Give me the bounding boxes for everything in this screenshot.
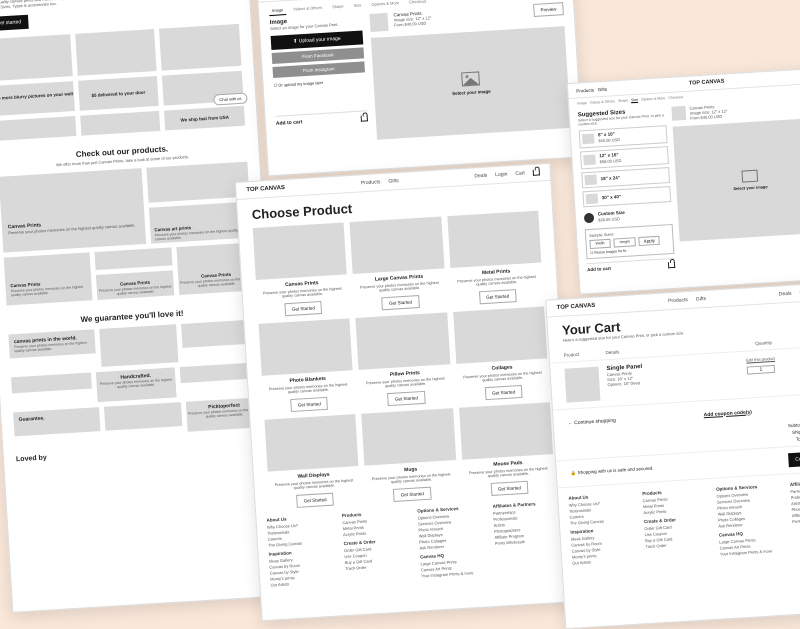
add-to-cart-button[interactable]: Add to cart: [587, 266, 611, 273]
nav-products[interactable]: Products: [576, 87, 594, 93]
drop-zone[interactable]: Select your image: [673, 118, 800, 242]
product-card[interactable]: Wall DisplaysPreserve your photos memori…: [264, 414, 361, 509]
image-icon: [461, 71, 480, 86]
tab-size[interactable]: Size: [631, 98, 638, 103]
tab-image[interactable]: Image: [269, 5, 287, 16]
height-input[interactable]: Height: [613, 237, 636, 247]
custom-size-option[interactable]: Custom Size$38.00 USD: [584, 205, 673, 226]
brand: TOP CANVAS: [689, 79, 725, 87]
get-started-button[interactable]: Get started: [0, 15, 29, 31]
radio-selected-icon: [584, 213, 595, 224]
size-option[interactable]: 12" x 16"$58.00 USD: [580, 146, 669, 169]
feature-2: $5 delivered to your door: [78, 76, 159, 111]
size-option[interactable]: 30" x 40": [582, 186, 671, 207]
size-option[interactable]: 8" x 10"$40.00 USD: [579, 125, 668, 148]
secure-note: 🔒 Shopping with us is safe and secured.: [571, 465, 654, 476]
image-icon: [741, 169, 758, 182]
tab-shape[interactable]: Shape: [329, 1, 347, 12]
product-thumb: [564, 367, 600, 403]
nav-gifts[interactable]: Gifts: [388, 178, 399, 185]
product-card[interactable]: Metal PrintsPreserve your photos memorie…: [447, 211, 544, 306]
edit-product-link[interactable]: Edit this product: [746, 354, 800, 363]
product-card[interactable]: Canvas PrintsPreserve your photos memori…: [253, 222, 350, 317]
upload-later-checkbox[interactable]: ☐ Or upload my image later: [273, 77, 365, 88]
qty-input[interactable]: 1: [747, 365, 775, 375]
thumb: [369, 13, 388, 32]
apply-button[interactable]: Apply: [638, 236, 660, 246]
upload-image-button[interactable]: ⬆ Upload your image: [271, 30, 364, 50]
nav-login[interactable]: Login: [495, 171, 508, 178]
nav-gifts[interactable]: Gifts: [598, 86, 608, 92]
loved-by: Loved by: [16, 455, 47, 464]
size-option[interactable]: 18" x 24": [581, 167, 670, 188]
cart-icon[interactable]: [533, 169, 540, 175]
product-card[interactable]: CollagesPreserve your photos memories on…: [453, 306, 550, 401]
brand: TOP CANVAS: [246, 185, 285, 193]
nav-cart[interactable]: Cart: [515, 170, 525, 177]
nav-products[interactable]: Products: [361, 179, 381, 186]
tab-size[interactable]: Size: [350, 0, 364, 11]
cart-icon[interactable]: [361, 115, 368, 121]
product-card[interactable]: Large Canvas PrintsPreserve your photos …: [350, 217, 447, 312]
cart-icon[interactable]: [668, 262, 675, 268]
tab-options[interactable]: Options & More: [368, 0, 402, 10]
width-input[interactable]: Width: [589, 239, 610, 249]
tab-checkout[interactable]: Checkout: [406, 0, 429, 8]
brand: TOP CANVAS: [557, 303, 596, 311]
checkout-button[interactable]: Continue to Checkout: [788, 449, 800, 467]
from-instagram-button[interactable]: From Instagram: [272, 61, 364, 78]
chat-button[interactable]: Chat with us: [213, 93, 248, 106]
continue-shopping-link[interactable]: ← Continue shopping: [568, 417, 616, 426]
product-card[interactable]: Photo BlanketsPreserve your photos memor…: [259, 318, 356, 413]
product-card[interactable]: Canvas Prints Preserve your photos memor…: [4, 253, 93, 306]
coupon-link[interactable]: Add coupon code(s): [703, 409, 752, 418]
product-card[interactable]: MugsPreserve your photos memories on the…: [362, 408, 459, 503]
product-card[interactable]: Pillow PrintsPreserve your photos memori…: [356, 312, 453, 407]
drop-zone[interactable]: Select your image: [371, 26, 571, 140]
product-card[interactable]: Mouse PadsPreserve your photos memories …: [459, 402, 556, 497]
tab-videos[interactable]: Videos & Others: [290, 3, 326, 15]
nav-deals[interactable]: Deals: [474, 173, 487, 180]
preview-button[interactable]: Preview: [533, 2, 564, 17]
product-card[interactable]: Canvas Prints Preserve your photos memor…: [0, 168, 146, 253]
add-to-cart-button[interactable]: Add to cart: [276, 119, 303, 127]
hero-sub: Best quality canvas prints and more! Com…: [0, 0, 118, 10]
